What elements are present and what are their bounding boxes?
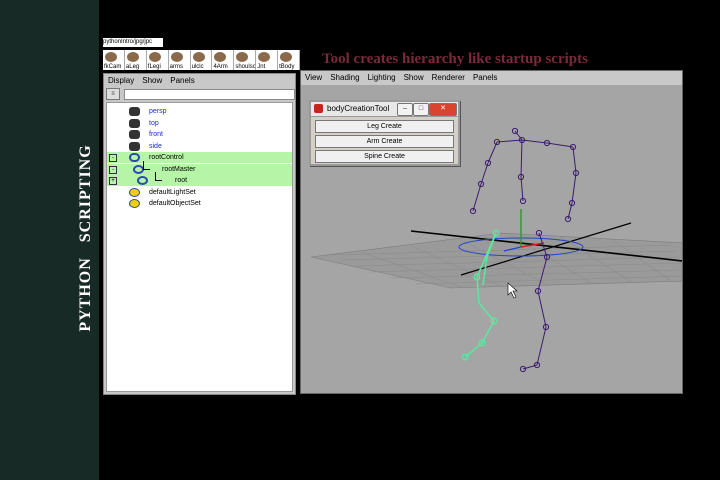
shelf-button-icon	[105, 52, 117, 62]
outliner-item[interactable]: - rootControl	[107, 152, 292, 163]
outliner-item[interactable]: + root	[107, 172, 292, 186]
shelf-button[interactable]: aLeg	[125, 50, 147, 70]
shelf-button-icon	[170, 52, 183, 62]
outliner-item-label: front	[149, 131, 164, 138]
shelf-button[interactable]: fLegi	[147, 50, 169, 70]
shelf-button[interactable]: tBody	[278, 50, 301, 70]
tool-window-title: bodyCreationTool	[327, 104, 390, 113]
tool-window-body: Leg Create Arm Create Spine Create	[311, 117, 458, 163]
shelf-button-label: shoulsc	[235, 64, 256, 70]
curve-control-icon	[129, 153, 140, 162]
outliner-item-label: defaultObjectSet	[149, 200, 201, 207]
shelf-button[interactable]: ulclc	[191, 50, 213, 70]
viewport-menu-item[interactable]: Show	[404, 71, 424, 85]
set-icon	[129, 199, 140, 208]
camera-icon	[129, 141, 140, 151]
outliner-item-label: top	[149, 119, 159, 127]
slide-title: Tool creates hierarchy like startup scri…	[322, 51, 588, 67]
viewport-menu-item[interactable]: Panels	[473, 71, 497, 85]
shelf-button[interactable]: fkCam	[103, 50, 125, 70]
shelf-button-icon	[280, 52, 293, 62]
body-creation-tool-window: bodyCreationTool – □ ✕ Leg Create Arm Cre…	[309, 100, 460, 166]
leg-create-button[interactable]: Leg Create	[315, 120, 454, 133]
outliner-item[interactable]: defaultLightSet	[107, 187, 292, 198]
shelf-button-label: 4Arm	[213, 64, 228, 70]
outliner-item-label: side	[149, 142, 162, 150]
maya-app-icon	[314, 104, 323, 113]
shelf-button-label: tBody	[279, 64, 295, 70]
shelf-button-label: aLeg	[125, 64, 140, 70]
shelf-toolbar: fkCam aLeg fLegi arms ulclc 4Arm shoulsc Jnt tBo…	[103, 50, 301, 70]
hierarchy-line	[155, 172, 162, 181]
outliner-item[interactable]: persp	[107, 106, 292, 117]
arm-create-button[interactable]: Arm Create	[315, 135, 454, 148]
set-icon	[129, 187, 140, 197]
shelf-button[interactable]: Jnt	[256, 50, 279, 70]
shelf-button-label: ulclc	[191, 64, 204, 70]
outliner-item[interactable]: side	[107, 141, 292, 152]
viewport-menu-item[interactable]: Lighting	[368, 71, 396, 85]
shelf-button-icon	[258, 52, 271, 62]
camera-icon	[129, 118, 140, 128]
outliner-item[interactable]: defaultObjectSet	[107, 198, 292, 209]
expand-icon[interactable]: +	[109, 177, 117, 185]
joint-icon	[137, 176, 148, 185]
outliner-item[interactable]: top	[107, 118, 292, 129]
side-bar: PYTHON SCRIPTING	[0, 0, 99, 480]
camera-icon	[129, 107, 140, 116]
outliner-filter-field[interactable]	[123, 88, 295, 100]
viewport-menubar: View Shading Lighting Show Renderer Panels	[301, 71, 682, 85]
outliner-toolbar: ≡	[104, 88, 295, 100]
upper-body-rig	[472, 130, 577, 220]
outliner-item-label: root	[175, 177, 188, 184]
side-title: PYTHON SCRIPTING	[77, 144, 94, 332]
outliner-menu-item[interactable]: Panels	[170, 74, 194, 88]
close-icon[interactable]: ✕	[429, 103, 457, 116]
spine-create-button[interactable]: Spine Create	[315, 150, 454, 163]
outliner-menu-item[interactable]: Display	[108, 74, 134, 88]
shelf-button-icon	[126, 52, 139, 62]
collapse-icon[interactable]: ≡	[106, 88, 120, 100]
shelf-button-icon	[214, 52, 227, 62]
outliner-menubar: Display Show Panels	[104, 74, 295, 88]
shelf-button-icon	[236, 52, 249, 62]
outliner-item-label: rootControl	[149, 154, 184, 161]
shelf-button[interactable]: 4Arm	[212, 50, 235, 70]
shelf-button-icon	[148, 52, 161, 62]
outliner-item[interactable]: - rootMaster	[107, 160, 292, 175]
shelf-button-label: arms	[169, 64, 184, 70]
tool-window-titlebar[interactable]: bodyCreationTool – □ ✕	[311, 102, 458, 117]
minimize-icon[interactable]: –	[397, 103, 413, 116]
collapse-icon[interactable]: -	[109, 165, 117, 174]
maximize-icon[interactable]: □	[413, 103, 429, 116]
outliner-item[interactable]: front	[107, 129, 292, 140]
camera-icon	[129, 130, 140, 139]
shelf-button-icon	[192, 52, 205, 62]
outliner-item-label: rootMaster	[162, 165, 196, 173]
shelf-button-label: Jnt	[257, 64, 266, 70]
shelf-button-label: fkCam	[104, 64, 122, 70]
viewport-menu-item[interactable]: Shading	[330, 71, 359, 85]
outliner-panel: Display Show Panels ≡ persp top front side - ro…	[103, 73, 296, 395]
outliner-menu-item[interactable]: Show	[142, 74, 162, 88]
shelf-tab-label[interactable]: pythonIntro/jpg/jpc	[103, 38, 163, 47]
shelf-button-label: fLegi	[147, 64, 161, 70]
outliner-item-label: persp	[149, 108, 167, 115]
outliner-item-label: defaultLightSet	[149, 188, 196, 196]
viewport-menu-item[interactable]: Renderer	[432, 71, 465, 85]
shelf-button[interactable]: shoulsc	[234, 50, 257, 70]
viewport-menu-item[interactable]: View	[305, 71, 322, 85]
hierarchy-line	[143, 160, 150, 170]
shelf-button[interactable]: arms	[169, 50, 191, 70]
collapse-icon[interactable]: -	[109, 154, 117, 162]
outliner-tree: persp top front side - rootControl - rootMaster…	[106, 102, 293, 392]
